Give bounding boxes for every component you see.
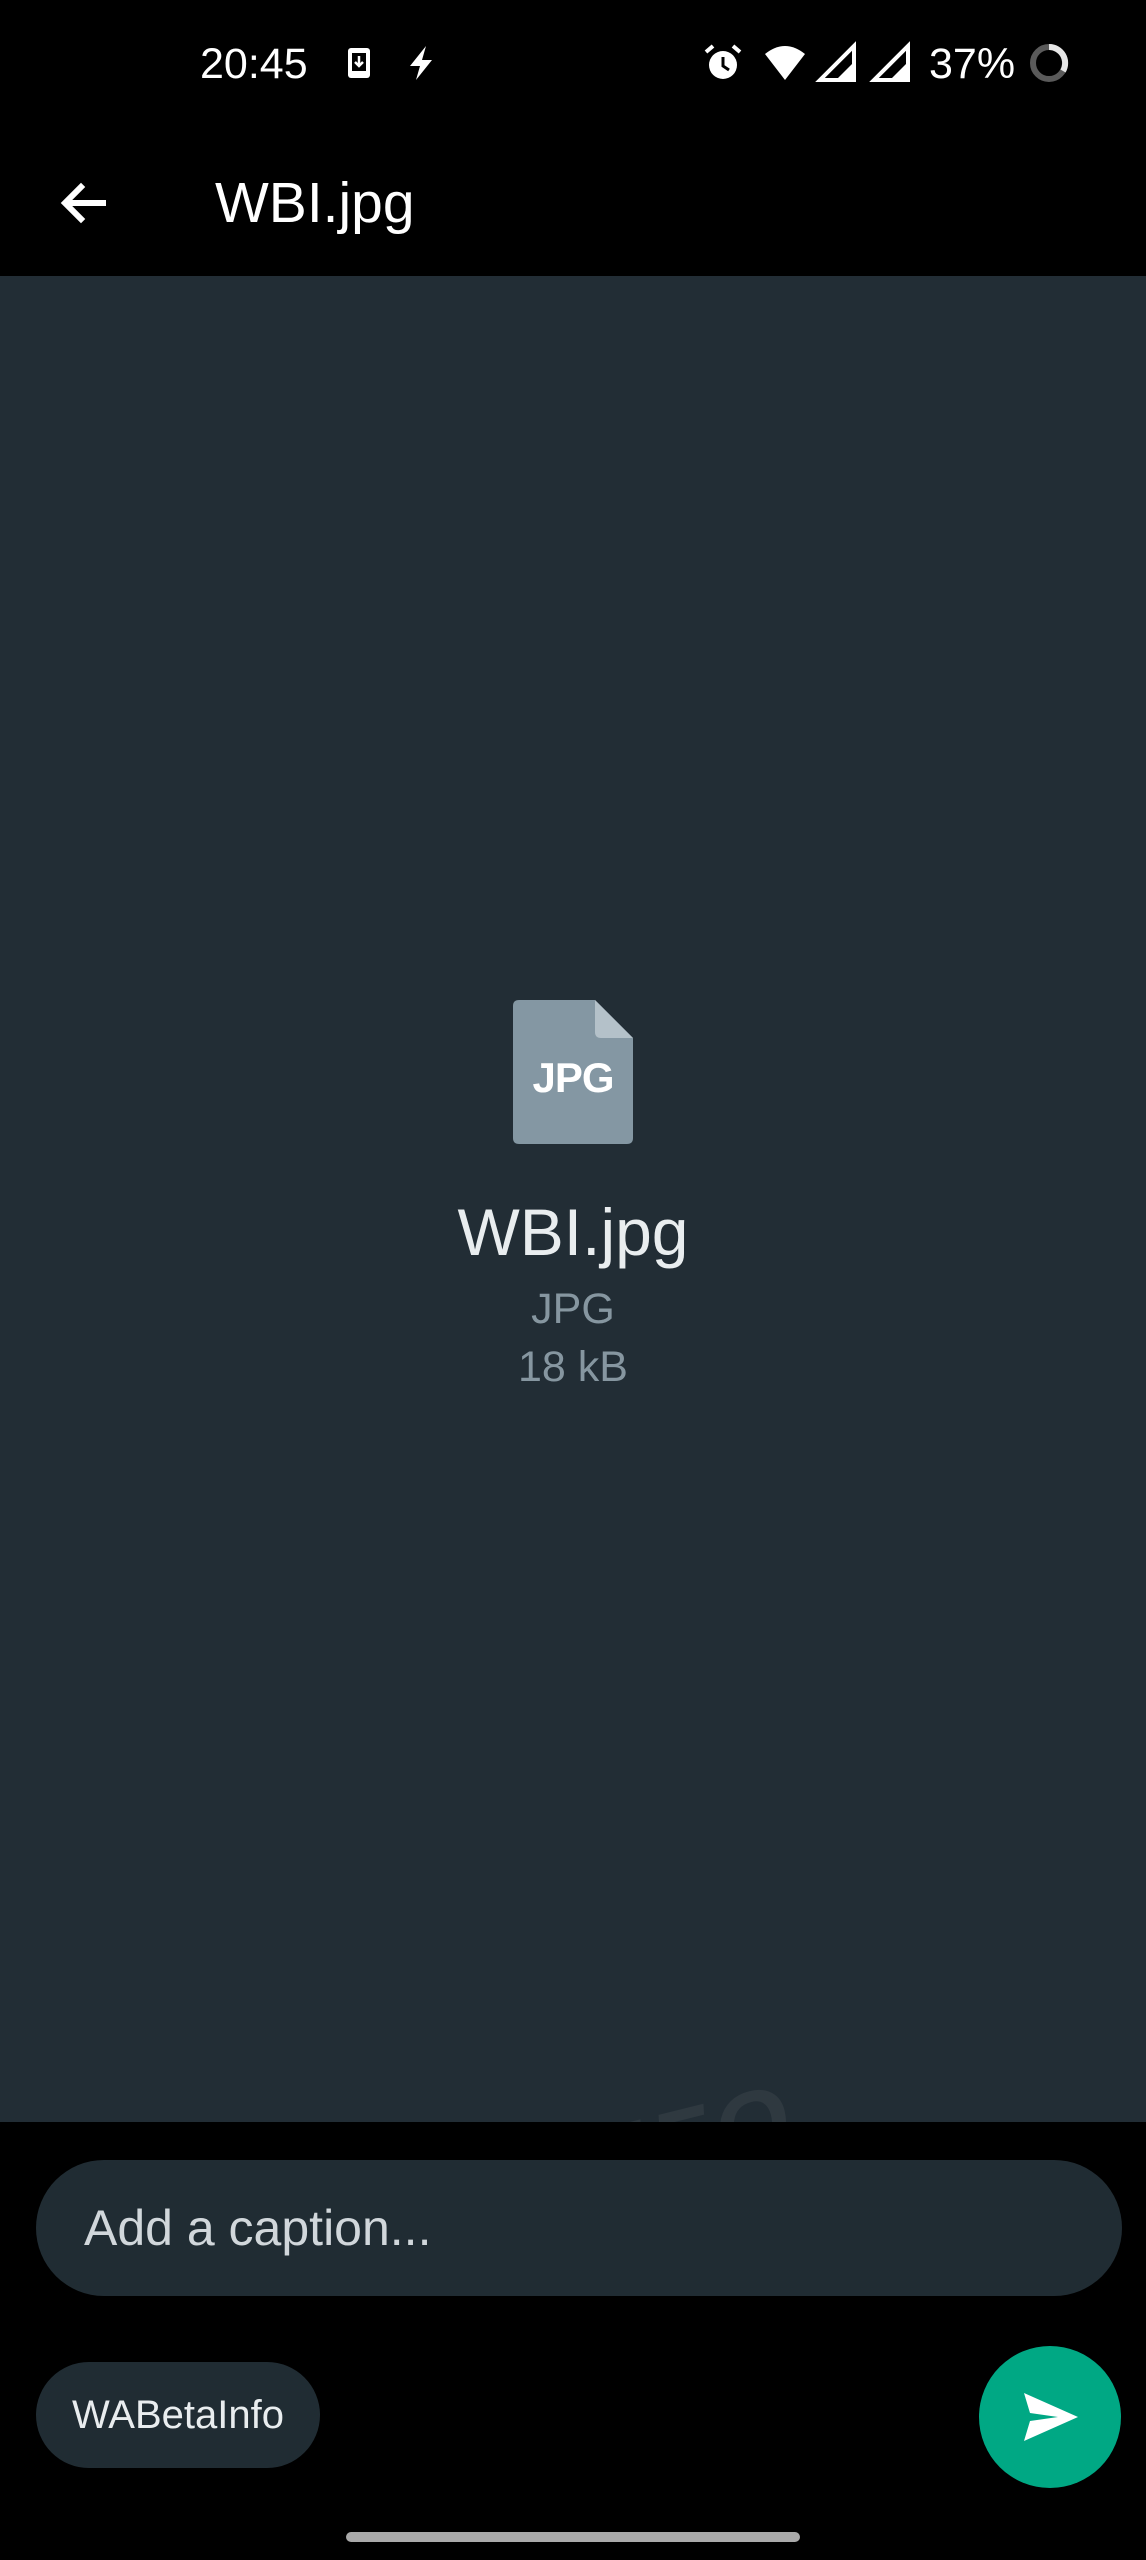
signal-icon	[815, 41, 856, 82]
send-button[interactable]	[979, 2346, 1121, 2488]
file-size: 18 kB	[518, 1343, 628, 1391]
battery-percent: 37%	[929, 40, 1016, 88]
arrow-left-icon	[60, 182, 106, 224]
flash-icon	[410, 46, 432, 80]
signal-icon-secondary	[869, 41, 910, 82]
send-icon	[1024, 2393, 1078, 2441]
file-name: WBI.jpg	[457, 1195, 689, 1269]
file-type: JPG	[531, 1285, 615, 1333]
gesture-navigation-handle[interactable]	[346, 2532, 800, 2542]
alarm-icon	[704, 44, 742, 79]
jpg-file-icon: JPG	[513, 1000, 633, 1144]
file-info-card: JPG WBI.jpg JPG 18 kB	[0, 1000, 1146, 1394]
document-preview-area: JPG WBI.jpg JPG 18 kB	[0, 276, 1146, 2122]
download-notification-icon	[348, 48, 370, 78]
battery-ring-icon	[1030, 43, 1069, 82]
status-time: 20:45	[200, 40, 308, 88]
file-icon-label: JPG	[532, 1054, 614, 1101]
page-title: WBI.jpg	[215, 171, 415, 235]
back-button[interactable]	[40, 160, 126, 246]
status-bar: 20:45 37%	[0, 0, 1146, 130]
caption-input[interactable]	[36, 2160, 1122, 2296]
screen: 20:45 37% WBI.jpg JPG WBI.jpg JPG 18 kB …	[0, 0, 1146, 2560]
app-bar: WBI.jpg	[0, 130, 1146, 276]
recipient-chip[interactable]: WABetaInfo	[36, 2362, 320, 2468]
composer-panel: WABetaInfo	[0, 2122, 1146, 2560]
wifi-icon	[765, 46, 805, 80]
